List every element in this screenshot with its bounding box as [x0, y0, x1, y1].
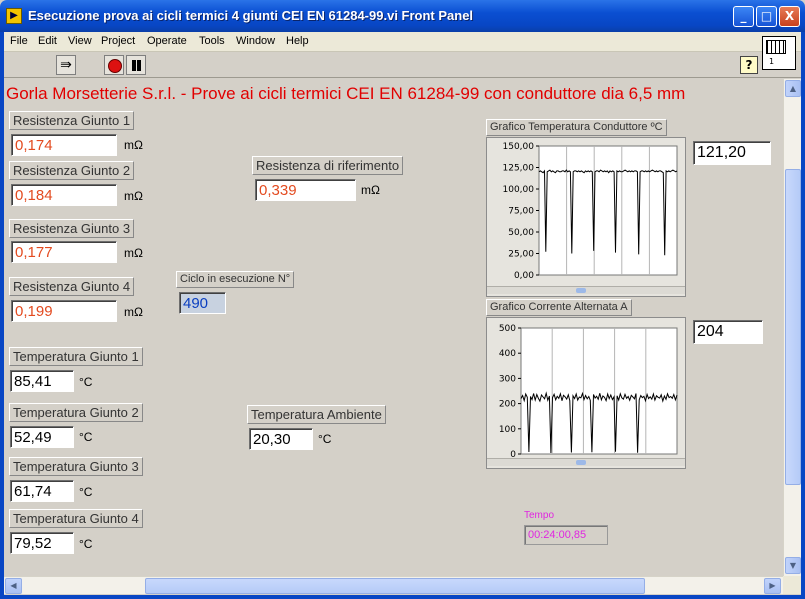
- temperatura-giunto-3-unit: °C: [79, 485, 93, 499]
- vi-icon-graphic: [766, 40, 786, 54]
- menu-file[interactable]: File: [10, 35, 28, 47]
- menu-help[interactable]: Help: [286, 35, 309, 47]
- horizontal-scroll-thumb[interactable]: [145, 578, 645, 594]
- temperatura-giunto-1-label: Temperatura Giunto 1: [9, 347, 143, 366]
- scroll-right-icon[interactable]: ▶: [764, 578, 781, 594]
- current-plot-area: [520, 327, 678, 455]
- temperature-y-tick-label: 75,00: [508, 207, 534, 217]
- size-grip[interactable]: [783, 576, 801, 594]
- menu-bar: File Edit View Project Operate Tools Win…: [4, 32, 801, 52]
- current-y-tick-label: 200: [499, 400, 516, 410]
- tempo-value: 00:24:00,85: [524, 525, 608, 545]
- temperature-y-tick-label: 150,00: [503, 142, 535, 152]
- resistenza-giunto-4-label: Resistenza Giunto 4: [9, 277, 135, 296]
- resistenza-giunto-4-value: 0,199: [11, 300, 117, 322]
- current-graph-scrollbar[interactable]: [487, 458, 685, 466]
- temperatura-giunto-1-unit: °C: [79, 375, 93, 389]
- resistenza-giunto-3-label: Resistenza Giunto 3: [9, 219, 135, 238]
- resistenza-riferimento-unit: mΩ: [361, 183, 380, 197]
- ciclo-value: 490: [179, 292, 226, 314]
- vertical-scrollbar[interactable]: ▲ ▼: [783, 79, 801, 576]
- panel-header: Gorla Morsetterie S.r.l. - Prove ai cicl…: [6, 84, 686, 103]
- menu-window[interactable]: Window: [236, 35, 275, 47]
- temperatura-giunto-2-label: Temperatura Giunto 2: [9, 403, 143, 422]
- corrente-alternata-value: 204: [693, 320, 763, 344]
- current-graph-frame: 500 400 300 200 100 0: [486, 317, 686, 469]
- grafico-temperatura-label: Grafico Temperatura Conduttore ºC: [486, 119, 667, 136]
- menu-project[interactable]: Project: [101, 35, 135, 47]
- menu-view[interactable]: View: [68, 35, 92, 47]
- resistenza-giunto-2-value: 0,184: [11, 184, 117, 206]
- abort-stop-icon[interactable]: [104, 55, 124, 75]
- current-y-tick-label: 400: [499, 349, 516, 359]
- minimize-button[interactable]: _: [733, 6, 754, 27]
- current-y-tick-label: 300: [499, 374, 516, 384]
- temperatura-giunto-4-label: Temperatura Giunto 4: [9, 509, 143, 528]
- resistenza-giunto-2-unit: mΩ: [124, 189, 143, 203]
- tempo-label: Tempo: [524, 510, 555, 521]
- resistenza-riferimento-label: Resistenza di riferimento: [252, 156, 404, 175]
- pause-icon[interactable]: [126, 55, 146, 75]
- scroll-left-icon[interactable]: ◀: [5, 578, 22, 594]
- front-panel: Gorla Morsetterie S.r.l. - Prove ai cicl…: [4, 79, 783, 576]
- current-y-tick-label: 100: [499, 425, 516, 435]
- temperatura-ambiente-unit: °C: [318, 432, 332, 446]
- resistenza-giunto-2-label: Resistenza Giunto 2: [9, 161, 135, 180]
- resistenza-giunto-3-value: 0,177: [11, 241, 117, 263]
- vi-icon-number: 1: [769, 57, 775, 66]
- temperature-plot-area: [538, 145, 678, 276]
- window-frame-right: [801, 32, 805, 599]
- resistenza-giunto-1-label: Resistenza Giunto 1: [9, 111, 135, 130]
- vertical-scroll-thumb[interactable]: [785, 169, 801, 485]
- run-arrow-icon[interactable]: ⇛: [56, 55, 76, 75]
- horizontal-scrollbar[interactable]: ◀ ▶: [4, 576, 783, 594]
- current-chart: 500 400 300 200 100 0: [499, 324, 678, 460]
- temperature-graph-scrollbar[interactable]: [487, 286, 685, 294]
- resistenza-giunto-1-value: 0,174: [11, 134, 117, 156]
- resistenza-giunto-3-unit: mΩ: [124, 246, 143, 260]
- temperature-y-tick-label: 125,00: [503, 164, 535, 174]
- maximize-button[interactable]: □: [756, 6, 777, 27]
- current-y-tick-label: 0: [510, 450, 516, 458]
- scroll-up-icon[interactable]: ▲: [785, 80, 801, 97]
- temperatura-ambiente-label: Temperatura Ambiente: [247, 405, 386, 424]
- temperature-graph-frame: 150,00 125,00 100,00 75,00 50,00 25,00 0,00: [486, 137, 686, 297]
- window-frame-bottom: [0, 595, 805, 599]
- vi-connector-icon[interactable]: 1: [762, 36, 796, 70]
- temperature-y-tick-label: 100,00: [503, 185, 535, 195]
- resistenza-giunto-4-unit: mΩ: [124, 305, 143, 319]
- temperature-y-tick-label: 0,00: [514, 271, 534, 281]
- ciclo-label: Ciclo in esecuzione N°: [176, 271, 295, 288]
- temperature-y-tick-label: 50,00: [508, 228, 534, 238]
- resistenza-giunto-1-unit: mΩ: [124, 138, 143, 152]
- temperatura-giunto-3-label: Temperatura Giunto 3: [9, 457, 143, 476]
- temperatura-giunto-1-value: 85,41: [10, 370, 74, 392]
- scroll-down-icon[interactable]: ▼: [785, 557, 801, 574]
- temperatura-conduttore-value: 121,20: [693, 141, 771, 165]
- grafico-corrente-label: Grafico Corrente Alternata A: [486, 299, 632, 316]
- context-help-button[interactable]: ?: [740, 56, 758, 74]
- labview-vi-icon: ▶: [6, 8, 22, 24]
- title-bar: ▶ Esecuzione prova ai cicli termici 4 gi…: [0, 0, 805, 32]
- temperatura-giunto-2-unit: °C: [79, 430, 93, 444]
- current-y-tick-label: 500: [499, 324, 516, 334]
- temperatura-giunto-4-unit: °C: [79, 537, 93, 551]
- temperatura-ambiente-value: 20,30: [249, 428, 313, 450]
- close-button[interactable]: X: [779, 6, 800, 27]
- resistenza-riferimento-value: 0,339: [255, 179, 356, 201]
- temperatura-giunto-4-value: 79,52: [10, 532, 74, 554]
- temperatura-giunto-2-value: 52,49: [10, 426, 74, 448]
- window-title: Esecuzione prova ai cicli termici 4 giun…: [28, 8, 474, 23]
- temperature-y-tick-label: 25,00: [508, 250, 534, 260]
- menu-tools[interactable]: Tools: [199, 35, 225, 47]
- toolbar: ⇛ ?: [4, 52, 801, 78]
- temperatura-giunto-3-value: 61,74: [10, 480, 74, 502]
- menu-edit[interactable]: Edit: [38, 35, 57, 47]
- menu-operate[interactable]: Operate: [147, 35, 187, 47]
- temperature-chart: 150,00 125,00 100,00 75,00 50,00 25,00 0,00: [503, 142, 678, 281]
